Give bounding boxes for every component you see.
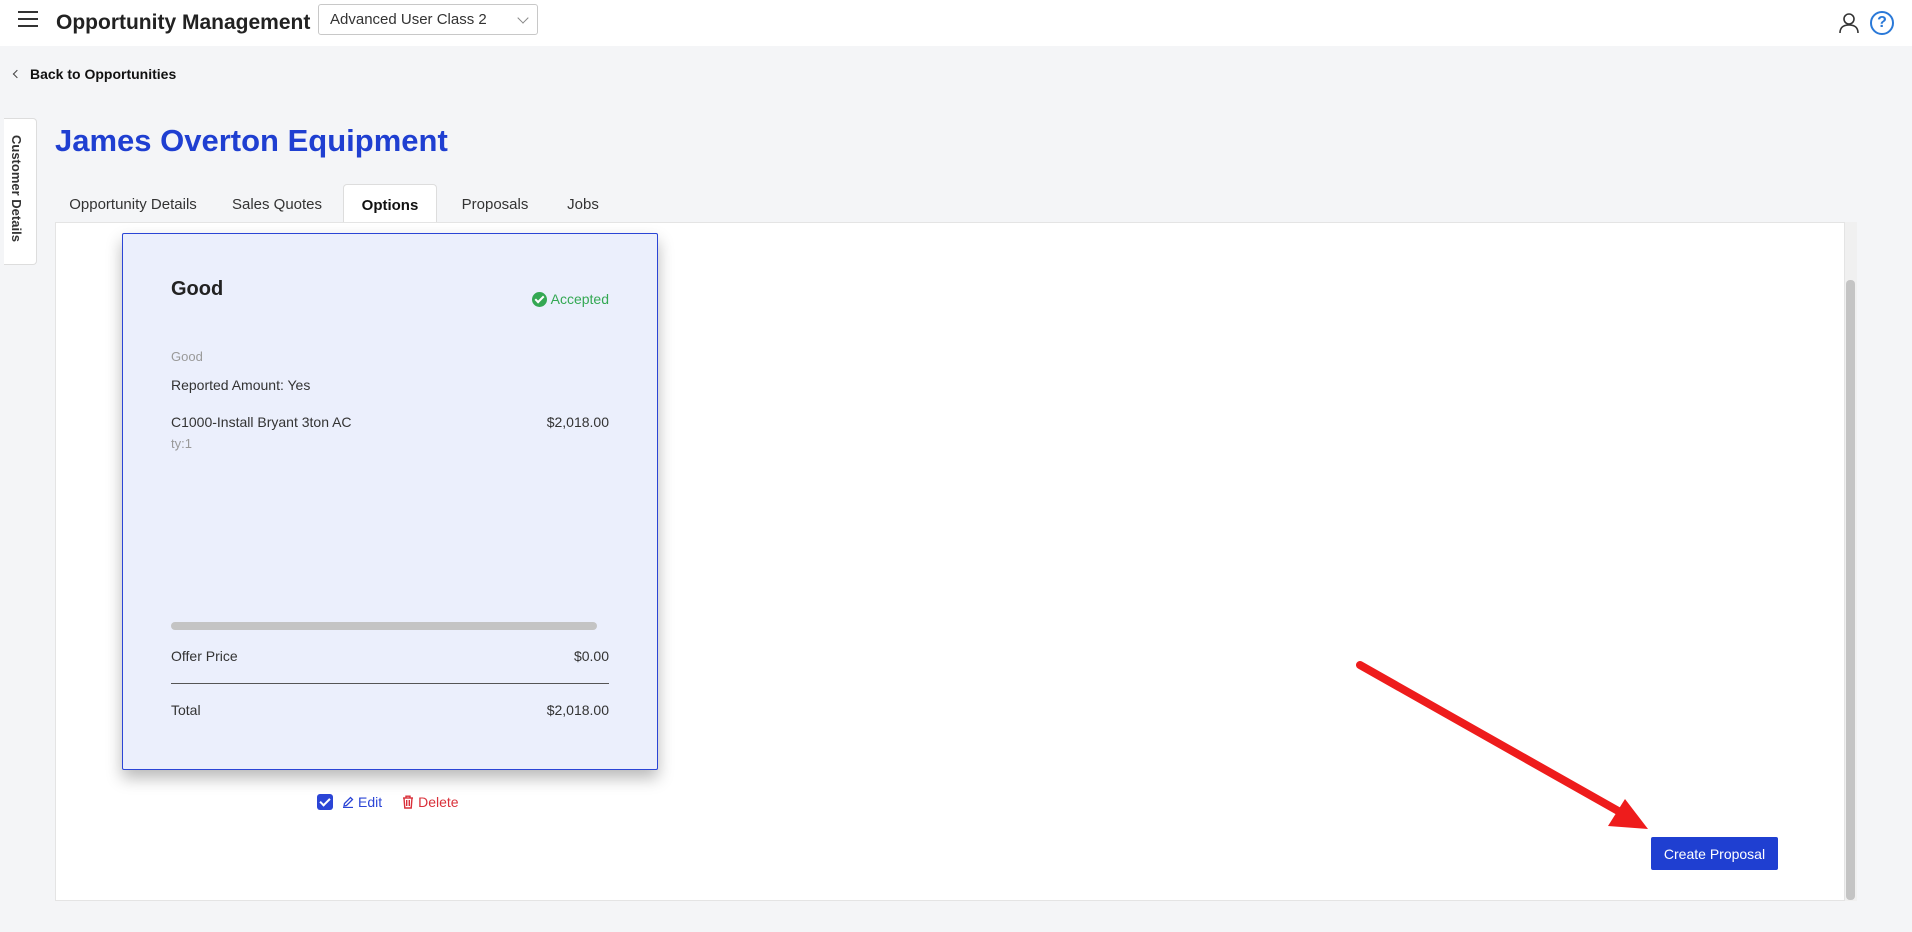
select-option-checkbox[interactable]: [317, 794, 333, 810]
edit-label: Edit: [358, 794, 383, 810]
customer-details-side-tab[interactable]: Customer Details: [4, 118, 37, 265]
create-proposal-button[interactable]: Create Proposal: [1651, 837, 1778, 870]
page-title: James Overton Equipment: [55, 123, 448, 158]
offer-price-label: Offer Price: [171, 648, 238, 664]
edit-button[interactable]: Edit: [342, 794, 382, 810]
divider: [171, 683, 609, 684]
user-class-value: Advanced User Class 2: [330, 11, 487, 28]
help-icon[interactable]: ?: [1870, 11, 1894, 35]
back-link-label: Back to Opportunities: [30, 66, 177, 82]
line-item-price: $2,018.00: [546, 414, 609, 430]
back-to-opportunities-link[interactable]: Back to Opportunities: [12, 66, 177, 82]
line-item-qty: ty:1: [171, 436, 192, 451]
tab-opportunity-details[interactable]: Opportunity Details: [55, 184, 211, 223]
tab-options[interactable]: Options: [343, 184, 437, 223]
card-scrollbar[interactable]: [171, 622, 597, 630]
tab-sales-quotes[interactable]: Sales Quotes: [221, 184, 333, 223]
tab-jobs[interactable]: Jobs: [553, 184, 613, 223]
chevron-left-icon: [12, 69, 22, 79]
option-subtitle: Good: [171, 349, 203, 364]
line-item-name: C1000-Install Bryant 3ton AC: [171, 414, 352, 430]
reported-amount: Reported Amount: Yes: [171, 377, 311, 393]
app-title: Opportunity Management: [56, 11, 311, 34]
top-bar: Opportunity Management Advanced User Cla…: [0, 0, 1912, 46]
total-value: $2,018.00: [546, 702, 609, 718]
delete-button[interactable]: Delete: [402, 794, 459, 810]
status-label: Accepted: [550, 291, 609, 307]
option-title: Good: [171, 278, 224, 300]
hamburger-icon[interactable]: [18, 11, 38, 29]
status-badge: Accepted: [531, 291, 609, 307]
trash-icon: [403, 795, 414, 809]
scrollbar-thumb[interactable]: [1846, 280, 1855, 900]
option-card[interactable]: Good Accepted Good Reported Amount: Yes …: [122, 233, 658, 770]
user-class-select[interactable]: Advanced User Class 2: [318, 4, 538, 35]
tab-proposals[interactable]: Proposals: [447, 184, 543, 223]
total-label: Total: [171, 702, 201, 718]
pencil-icon: [343, 796, 354, 808]
option-card-actions: Edit Delete: [317, 793, 459, 811]
chevron-down-icon: [517, 12, 529, 24]
check-circle-icon: [531, 291, 547, 307]
offer-price-value: $0.00: [573, 648, 609, 664]
side-tab-label: Customer Details: [9, 135, 24, 242]
user-icon[interactable]: [1838, 12, 1860, 34]
delete-label: Delete: [418, 794, 459, 810]
